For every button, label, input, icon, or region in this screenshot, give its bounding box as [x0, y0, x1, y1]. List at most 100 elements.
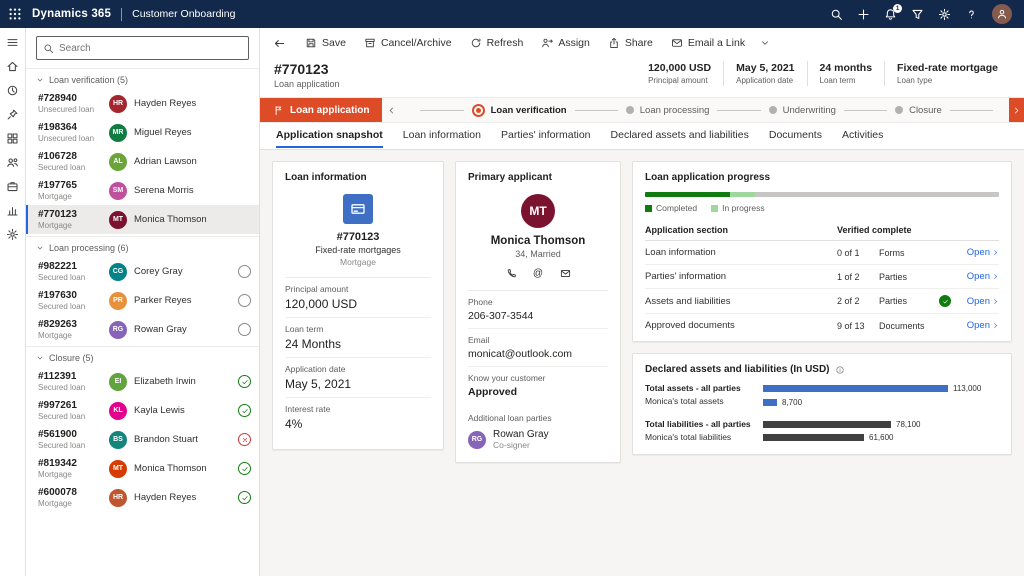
tab-application-snapshot[interactable]: Application snapshot	[268, 124, 391, 148]
search-input[interactable]	[59, 43, 242, 54]
right-column: Loan application progress Completed In p…	[632, 161, 1012, 455]
field-label: Phone	[468, 297, 608, 307]
command-label: Assign	[558, 37, 590, 49]
bpf-current-stage[interactable]: Loan application	[260, 98, 382, 122]
verified-check-icon	[939, 295, 951, 307]
loan-list-item-819342[interactable]: #819342MortgageMTMonica Thomson	[26, 454, 259, 483]
status-pending-icon	[238, 323, 251, 336]
back-button[interactable]	[266, 30, 292, 56]
notifications-button[interactable]: 1	[884, 8, 897, 21]
record-sidebar: Loan verification (5) #728940Unsecured lo…	[26, 28, 260, 576]
loan-list-item-997261[interactable]: #997261Secured loanKLKayla Lewis	[26, 396, 259, 425]
section-name: Loan information	[645, 247, 837, 258]
chart-row-monica-s-total-assets: Monica's total assets8,700	[645, 397, 999, 406]
bpf-collapse-button[interactable]	[382, 98, 400, 122]
commandbar-overflow-button[interactable]	[754, 30, 776, 56]
loan-list-item-829263[interactable]: #829263MortgageRGRowan Gray	[26, 315, 259, 344]
sidebar-group-loan-verification-5[interactable]: Loan verification (5)	[26, 68, 259, 89]
help-button[interactable]	[965, 8, 978, 21]
tab-activities[interactable]: Activities	[834, 124, 891, 148]
tab-loan-information[interactable]: Loan information	[395, 124, 489, 148]
app-title[interactable]: Dynamics 365	[32, 8, 111, 20]
open-link[interactable]: Open	[957, 296, 999, 307]
waffle-icon	[8, 7, 22, 21]
chart-icon	[6, 204, 19, 217]
loan-record-icon	[343, 194, 373, 224]
progress-table-rows: Loan information0 of 1FormsOpenParties' …	[645, 241, 999, 337]
refresh-button[interactable]: Refresh	[461, 30, 533, 56]
filter-button[interactable]	[911, 8, 924, 21]
email-button[interactable]	[558, 266, 572, 280]
rail-item-pinned[interactable]	[6, 108, 19, 121]
settings-button[interactable]	[938, 8, 951, 21]
co-signer-role: Co-signer	[493, 440, 549, 450]
sidebar-group-loan-processing-6[interactable]: Loan processing (6)	[26, 236, 259, 257]
command-label: Refresh	[487, 37, 524, 49]
loan-list-item-198364[interactable]: #198364Unsecured loanMRMiguel Reyes	[26, 118, 259, 147]
info-button[interactable]	[835, 365, 845, 375]
loan-id-block: #197630Secured loan	[38, 290, 102, 311]
loan-list-item-112391[interactable]: #112391Secured loanEIElizabeth Irwin	[26, 367, 259, 396]
applicant-name: Kayla Lewis	[134, 405, 231, 416]
search-button[interactable]	[830, 8, 843, 21]
field-label: Application date	[285, 364, 431, 374]
loan-list-item-982221[interactable]: #982221Secured loanCGCorey Gray	[26, 257, 259, 286]
rail-item-reports[interactable]	[6, 204, 19, 217]
loan-list-item-197765[interactable]: #197765MortgageSMSerena Morris	[26, 176, 259, 205]
account-avatar[interactable]	[992, 4, 1012, 24]
loan-list-item-561900[interactable]: #561900Secured loanBSBrandon Stuart	[26, 425, 259, 454]
open-link[interactable]: Open	[957, 320, 999, 331]
loan-list-item-770123[interactable]: #770123MortgageMTMonica Thomson	[26, 205, 259, 234]
mention-button[interactable]: @	[531, 266, 545, 280]
rail-item-dashboard[interactable]	[6, 132, 19, 145]
tab-declared-assets-and-liabilities[interactable]: Declared assets and liabilities	[603, 124, 757, 148]
bpf-next-stage-button[interactable]	[1009, 98, 1024, 122]
home-icon	[6, 60, 19, 73]
tab-parties-information[interactable]: Parties' information	[493, 124, 599, 148]
loan-list-item-106728[interactable]: #106728Secured loanALAdrian Lawson	[26, 147, 259, 176]
save-button[interactable]: Save	[296, 30, 355, 56]
tab-content: Loan information #770123 Fixed-rate mort…	[260, 150, 1024, 576]
progress-legend: Completed In progress	[645, 203, 999, 213]
share-button[interactable]: Share	[599, 30, 662, 56]
applicant-name: Monica Thomson	[134, 463, 231, 474]
quick-create-button[interactable]	[857, 8, 870, 21]
record-tabs: Application snapshotLoan informationPart…	[260, 123, 1024, 150]
rail-item-home[interactable]	[6, 60, 19, 73]
applicant-field-know-your-customer: Know your customerApproved	[468, 367, 608, 404]
email-button[interactable]: Email a Link	[662, 30, 754, 56]
sidebar-group-label: Loan verification (5)	[49, 75, 128, 85]
open-link[interactable]: Open	[957, 271, 999, 282]
archive-button[interactable]: Cancel/Archive	[355, 30, 461, 56]
tab-documents[interactable]: Documents	[761, 124, 830, 148]
avatar-initials: MT	[529, 204, 546, 218]
main-panel: SaveCancel/Archive Refresh Assign ShareEmai…	[260, 28, 1024, 576]
rail-item-recent[interactable]	[6, 84, 19, 97]
rail-item-contacts[interactable]	[6, 156, 19, 169]
status-pending-icon	[238, 294, 251, 307]
call-button[interactable]	[504, 266, 518, 280]
rail-item-menu[interactable]	[6, 36, 19, 49]
bpf-stage-loan-verification[interactable]: Loan verification	[472, 104, 567, 117]
status-rejected-icon	[238, 433, 251, 446]
rail-item-applications[interactable]	[6, 180, 19, 193]
loan-list-item-600078[interactable]: #600078MortgageHRHayden Reyes	[26, 483, 259, 512]
bpf-stage-closure[interactable]: Closure	[895, 105, 942, 116]
rail-item-settings[interactable]	[6, 228, 19, 241]
bpf-stage-loan-processing[interactable]: Loan processing	[626, 105, 710, 116]
person-icon	[996, 8, 1008, 20]
loan-list-item-728940[interactable]: #728940Unsecured loanHRHayden Reyes	[26, 89, 259, 118]
loan-list-item-197630[interactable]: #197630Secured loanPRParker Reyes	[26, 286, 259, 315]
avatar: MT	[109, 211, 127, 229]
waffle-menu-button[interactable]	[8, 7, 22, 21]
sidebar-group-closure-5[interactable]: Closure (5)	[26, 346, 259, 367]
assign-button[interactable]: Assign	[532, 30, 599, 56]
header-field-label: Principal amount	[648, 76, 711, 85]
app-rail	[0, 28, 26, 576]
loan-field-principal-amount: Principal amount120,000 USD	[285, 278, 431, 318]
chevright-icon	[992, 273, 999, 280]
bpf-stage-underwriting[interactable]: Underwriting	[769, 105, 836, 116]
card-title: Loan application progress	[645, 172, 999, 183]
co-signer-row[interactable]: RG Rowan Gray Co-signer	[468, 429, 608, 450]
open-link[interactable]: Open	[957, 247, 999, 258]
